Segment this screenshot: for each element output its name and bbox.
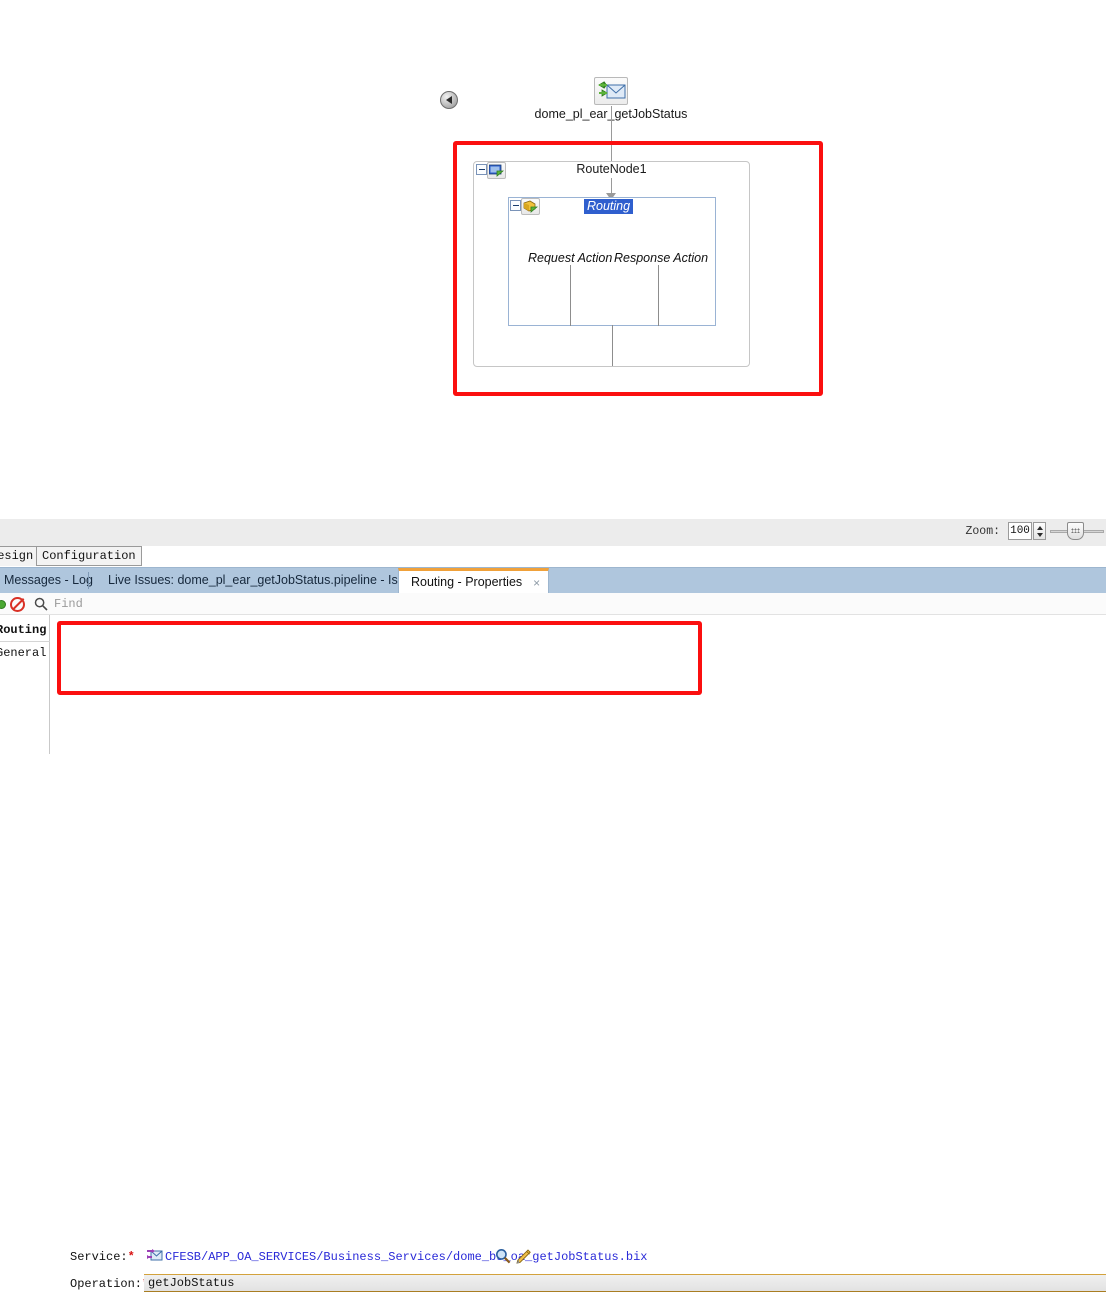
pipeline-canvas[interactable]: dome_pl_ear_getJobStatus RouteNode1 Rout… xyxy=(0,0,1106,518)
message-exchange-icon xyxy=(598,81,626,99)
service-node-icon[interactable] xyxy=(594,77,628,105)
zoom-slider-thumb[interactable] xyxy=(1067,522,1084,540)
service-label: Service:* xyxy=(70,1250,135,1264)
dock-tab-bar: Messages - Log Live Issues: dome_pl_ear_… xyxy=(0,567,1106,594)
request-action-label: Request Action xyxy=(528,251,613,265)
spinner-down-icon[interactable] xyxy=(1037,533,1043,537)
service-label-text: Service: xyxy=(70,1250,128,1264)
find-input[interactable]: Find xyxy=(54,596,83,613)
routing-expander-icon[interactable] xyxy=(510,200,521,211)
response-action-divider xyxy=(658,265,659,326)
status-ok-icon[interactable] xyxy=(0,600,6,609)
tab-routing-properties[interactable]: Routing - Properties × xyxy=(398,568,550,594)
request-action-divider xyxy=(570,265,571,326)
operation-label-text: Operation: xyxy=(70,1277,143,1291)
operation-label: Operation:* xyxy=(70,1277,149,1291)
route-node-expander-icon[interactable] xyxy=(476,164,487,175)
side-nav-divider xyxy=(0,641,50,642)
zoom-value-input[interactable]: 100 xyxy=(1008,522,1032,540)
tab-separator xyxy=(88,572,89,589)
required-marker: * xyxy=(127,1250,135,1264)
operation-input[interactable]: getJobStatus xyxy=(144,1274,1106,1292)
tab-design[interactable]: Design xyxy=(0,546,40,566)
connector-routing-bottom xyxy=(612,325,613,366)
close-icon[interactable]: × xyxy=(533,577,540,589)
routing-icon xyxy=(521,198,540,215)
business-service-icon xyxy=(147,1249,163,1261)
route-node-glyph-icon xyxy=(489,164,504,177)
tab-routing-properties-label: Routing - Properties xyxy=(411,575,523,589)
zoom-label: Zoom: xyxy=(965,525,1000,538)
side-nav-item-general[interactable]: General xyxy=(0,646,46,660)
properties-side-nav: Routing General xyxy=(0,615,50,754)
no-entry-icon[interactable] xyxy=(10,597,25,612)
zoom-toolbar: Zoom: 100 xyxy=(0,518,1106,546)
tab-messages-log[interactable]: Messages - Log xyxy=(0,568,105,593)
zoom-stepper[interactable] xyxy=(1033,522,1046,540)
side-nav-item-routing[interactable]: Routing xyxy=(0,623,46,637)
response-action-label: Response Action xyxy=(614,251,709,265)
route-node-icon xyxy=(487,162,506,179)
tab-live-issues[interactable]: Live Issues: dome_pl_ear_getJobStatus.pi… xyxy=(96,568,436,593)
tab-configuration[interactable]: Configuration xyxy=(36,546,142,566)
search-icon[interactable] xyxy=(495,1248,511,1264)
service-path-value[interactable]: CFESB/APP_OA_SERVICES/Business_Services/… xyxy=(165,1250,647,1264)
find-toolbar: Find xyxy=(0,593,1106,615)
collapse-left-icon[interactable] xyxy=(440,91,458,109)
route-node-title: RouteNode1 xyxy=(576,162,647,176)
routing-glyph-icon xyxy=(523,200,538,213)
spinner-up-icon[interactable] xyxy=(1037,526,1043,530)
search-icon xyxy=(34,597,48,611)
routing-title[interactable]: Routing xyxy=(584,199,634,214)
properties-panel: Routing General Service:* CFESB/APP_OA_S… xyxy=(0,615,1106,1292)
editor-tab-bar: Design Configuration xyxy=(0,546,1106,567)
eraser-icon[interactable] xyxy=(516,1249,532,1265)
